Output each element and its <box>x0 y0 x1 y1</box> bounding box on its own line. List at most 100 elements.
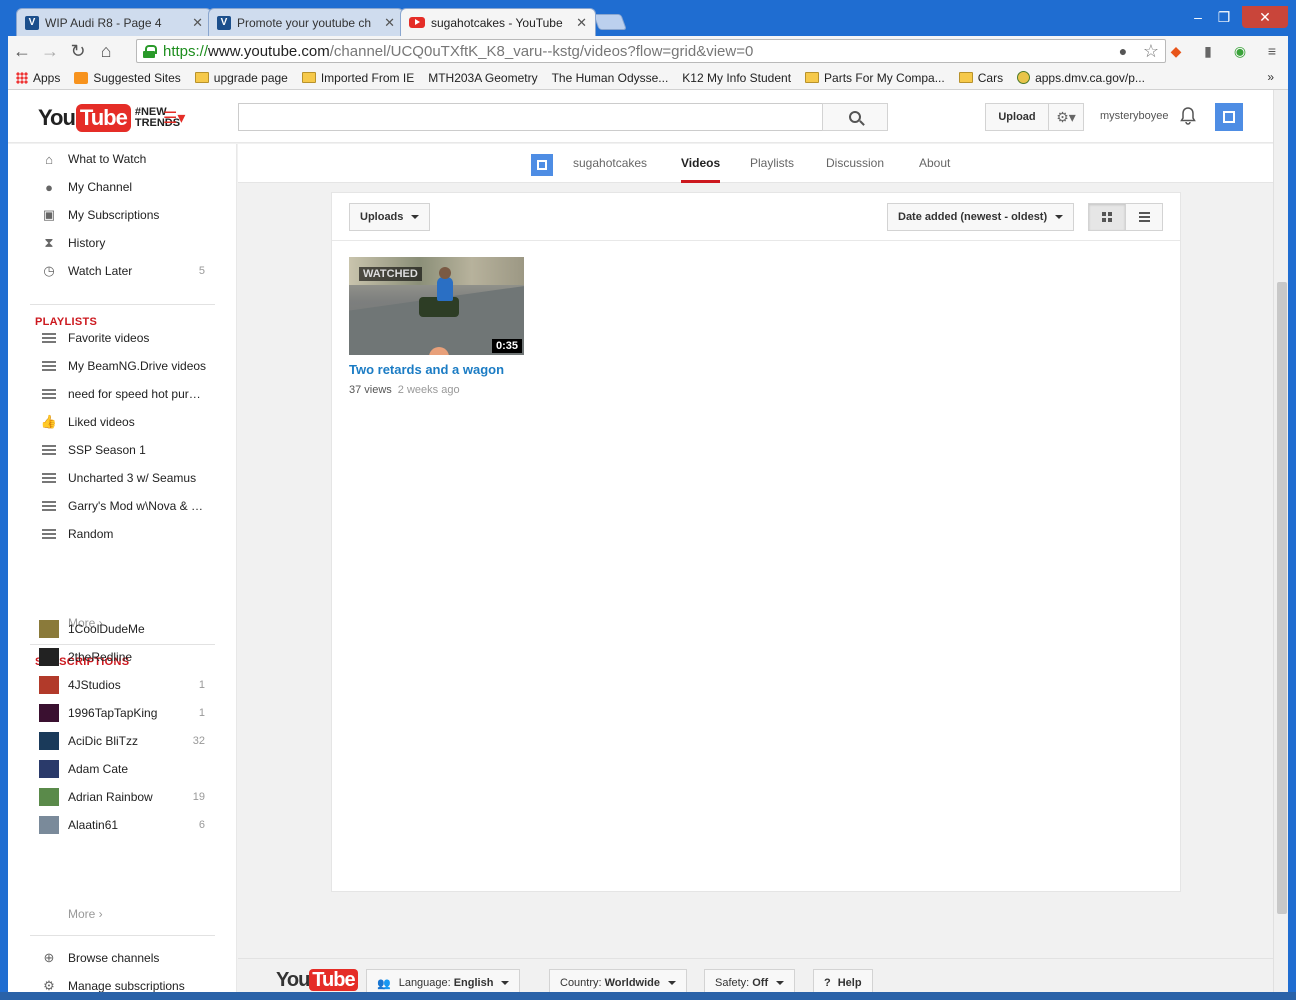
manage-subscriptions-link[interactable]: ⚙ Manage subscriptions <box>8 972 237 992</box>
video-title-link[interactable]: Two retards and a wagon <box>349 362 504 377</box>
search-button[interactable] <box>822 103 888 131</box>
list-view-button[interactable] <box>1125 203 1163 231</box>
subscriptions-icon: ▣ <box>42 207 56 222</box>
maximize-icon[interactable]: ❐ <box>1212 6 1236 28</box>
safety-mode-button[interactable]: Safety: Off <box>704 969 796 992</box>
playlist-item[interactable]: need for speed hot pur… <box>8 380 237 408</box>
bookmark-item[interactable]: The Human Odysse... <box>16 71 668 169</box>
close-tab-icon[interactable]: ✕ <box>192 15 203 31</box>
chrome-menu-icon[interactable]: ≡ <box>1262 41 1282 61</box>
youtube-logo[interactable]: You Tube #NEW TRENDS <box>38 104 180 132</box>
bookmark-item[interactable]: Suggested Sites <box>74 71 181 85</box>
extension-tag-icon[interactable]: ▮ <box>1198 41 1218 61</box>
divider <box>30 935 215 936</box>
channel-nav: sugahotcakes Videos Playlists Discussion… <box>238 144 1273 183</box>
close-window-icon[interactable]: ✕ <box>1242 6 1288 28</box>
subscriptions-more-link[interactable]: More › <box>68 907 103 921</box>
notifications-bell-icon[interactable] <box>1180 107 1196 125</box>
youtube-page: You Tube #NEW TRENDS ☰▾ Upload ⚙▾ mysteryb… <box>8 90 1288 992</box>
playlist-item[interactable]: Garry's Mod w\Nova & … <box>8 492 237 520</box>
channel-avatar <box>39 816 59 834</box>
country-picker-button[interactable]: Country: Worldwide <box>549 969 687 992</box>
subscription-item[interactable]: 4JStudios 1 <box>8 671 237 699</box>
browser-tab-2[interactable]: V Promote your youtube ch ✕ <box>208 8 404 36</box>
upload-button[interactable]: Upload <box>985 103 1049 131</box>
subscription-item[interactable]: Alaatin61 6 <box>8 811 237 839</box>
video-thumbnail[interactable]: WATCHED 0:35 <box>349 257 524 355</box>
subscription-item[interactable]: Adrian Rainbow 19 <box>8 783 237 811</box>
playlist-item[interactable]: Favorite videos <box>8 324 237 352</box>
sidebar-item[interactable]: ⧗ History <box>8 229 237 257</box>
subscription-item[interactable]: Adam Cate <box>8 755 237 783</box>
bookmark-item[interactable]: Imported From IE <box>301 71 414 85</box>
apps-icon <box>16 71 28 84</box>
home-icon: ⌂ <box>45 151 53 167</box>
browse-channels-link[interactable]: ⊕ Browse channels <box>8 944 237 972</box>
item-count: 5 <box>198 265 205 277</box>
address-bar[interactable]: https://www.youtube.com/channel/UCQ0uTXf… <box>136 39 1166 63</box>
back-arrow-icon[interactable]: ← <box>8 39 36 63</box>
playlist-icon <box>42 527 56 541</box>
tab-about[interactable]: About <box>919 156 950 170</box>
guide-menu-icon[interactable]: ☰▾ <box>163 108 185 128</box>
sidebar-item[interactable]: ◷ Watch Later 5 <box>8 257 237 285</box>
browser-toolbar: ← → ↻ ⌂ https://www.youtube.com/channel/… <box>8 36 1288 66</box>
bookmark-item[interactable]: Parts For My Compa... <box>805 71 945 85</box>
tab-videos[interactable]: Videos <box>681 156 720 170</box>
bookmark-item[interactable]: upgrade page <box>194 71 288 85</box>
tab-playlists[interactable]: Playlists <box>750 156 794 170</box>
subscription-item[interactable]: 1CoolDudeMe <box>8 615 237 643</box>
channel-avatar[interactable] <box>531 154 553 176</box>
settings-gear-icon[interactable]: ⚙▾ <box>1048 103 1084 131</box>
minimize-icon[interactable]: – <box>1186 6 1210 28</box>
bookmarks-overflow-button[interactable]: » <box>1267 70 1274 84</box>
vbulletin-icon: V <box>217 15 231 30</box>
extension-circle-icon[interactable]: ◉ <box>1230 41 1250 61</box>
sidebar-item[interactable]: ⌂ What to Watch <box>8 145 237 173</box>
bookmark-item[interactable]: MTH203A Geometry <box>16 71 538 169</box>
subscription-item[interactable]: 1996TapTapKing 1 <box>8 699 237 727</box>
home-icon[interactable]: ⌂ <box>92 39 120 63</box>
bookmark-star-icon[interactable]: ☆ <box>1143 41 1159 62</box>
close-tab-icon[interactable]: ✕ <box>576 15 587 31</box>
channel-avatar <box>39 648 59 666</box>
username[interactable]: mysteryboyee <box>1100 110 1168 122</box>
page-scrollbar[interactable] <box>1273 90 1288 992</box>
extension-fire-icon[interactable]: ◆ <box>1166 41 1186 61</box>
playlist-item[interactable]: 👍 Liked videos <box>8 408 237 436</box>
subscription-item[interactable]: AciDic BliTzz 32 <box>8 727 237 755</box>
close-tab-icon[interactable]: ✕ <box>384 15 395 31</box>
playlist-item[interactable]: SSP Season 1 <box>8 436 237 464</box>
language-picker-button[interactable]: 👥 Language: English <box>366 969 521 992</box>
bookmark-item[interactable]: Cars <box>958 71 1003 85</box>
bookmark-item[interactable]: K12 My Info Student <box>16 71 791 169</box>
playlist-item[interactable]: Uncharted 3 w/ Seamus <box>8 464 237 492</box>
uploads-filter-dropdown[interactable]: Uploads <box>349 203 431 231</box>
sug-icon <box>74 71 89 84</box>
footer-youtube-logo[interactable]: You Tube <box>276 969 358 992</box>
reload-icon[interactable]: ↻ <box>64 39 92 63</box>
sort-dropdown[interactable]: Date added (newest - oldest) <box>887 203 1075 231</box>
sidebar-item[interactable]: ● My Channel <box>8 173 237 201</box>
browser-tab-active[interactable]: sugahotcakes - YouTube ✕ <box>400 8 596 36</box>
account-avatar[interactable] <box>1215 103 1243 131</box>
new-tab-button[interactable] <box>593 14 627 30</box>
scrollbar-thumb[interactable] <box>1277 282 1287 914</box>
lightbulb-icon[interactable]: ● <box>1113 41 1133 61</box>
playlist-item[interactable]: Random <box>8 520 237 548</box>
forward-arrow-icon[interactable]: → <box>36 39 64 63</box>
search-input[interactable] <box>238 103 823 131</box>
sidebar-item[interactable]: ▣ My Subscriptions <box>8 201 237 229</box>
help-button[interactable]: ? Help <box>813 969 873 992</box>
bookmark-item[interactable]: apps.dmv.ca.gov/p... <box>1017 71 1145 85</box>
tab-discussion[interactable]: Discussion <box>826 156 884 170</box>
bookmark-item[interactable]: Apps <box>16 71 60 85</box>
clock-icon: ◷ <box>43 263 55 278</box>
new-video-count: 1 <box>198 707 205 719</box>
subscription-item[interactable]: 2theRedline <box>8 643 237 671</box>
grid-view-button[interactable] <box>1088 203 1126 231</box>
chevron-down-icon <box>411 215 420 219</box>
browser-tab-1[interactable]: V WIP Audi R8 - Page 4 ✕ <box>16 8 212 36</box>
playlist-item[interactable]: My BeamNG.Drive videos <box>8 352 237 380</box>
channel-name-link[interactable]: sugahotcakes <box>573 156 647 170</box>
